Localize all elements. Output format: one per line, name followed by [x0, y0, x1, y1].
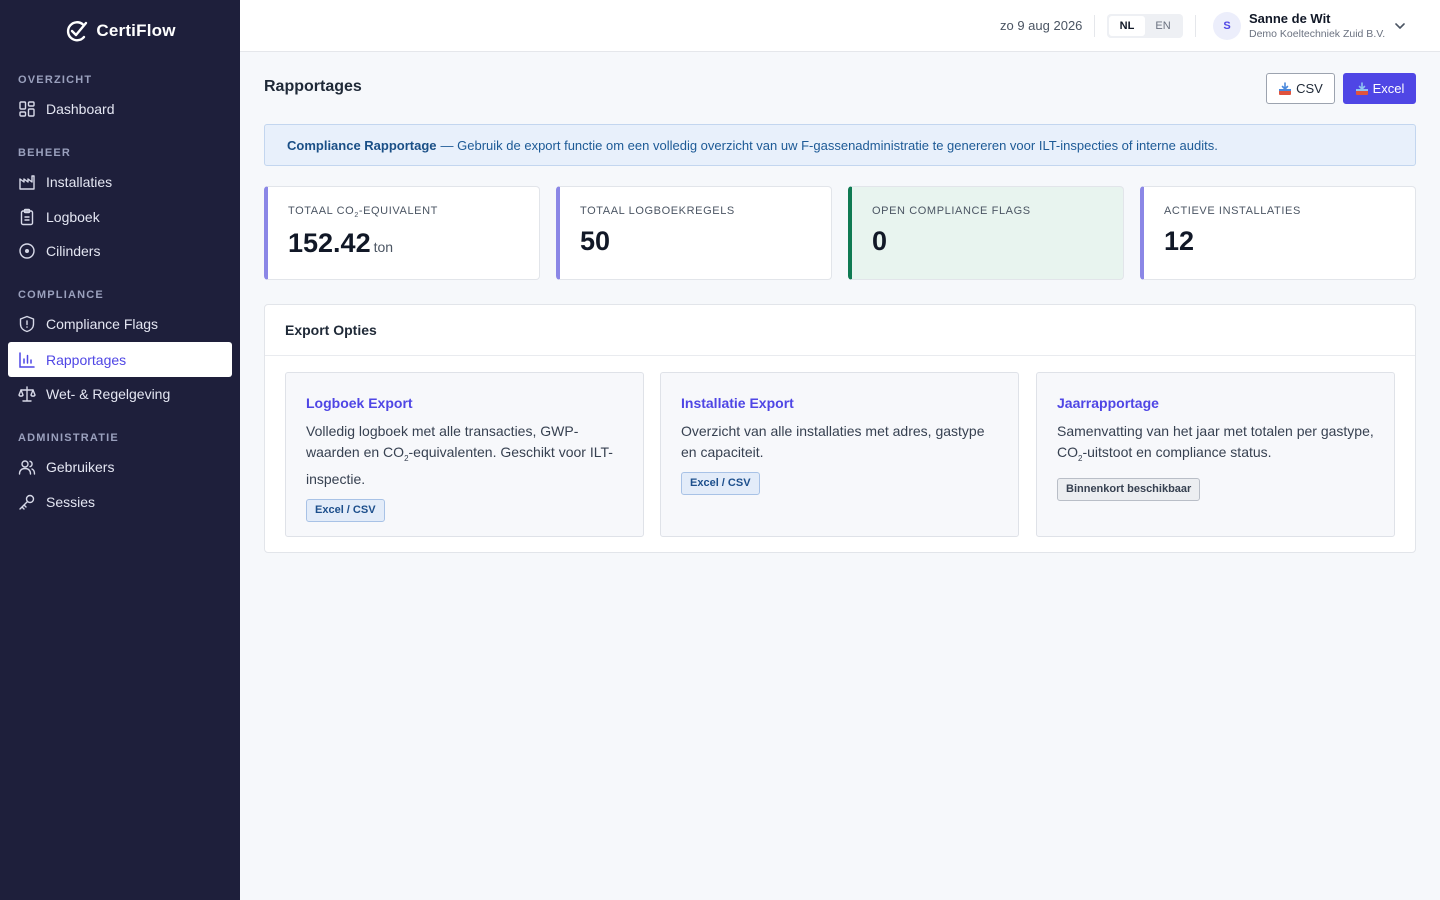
stat-value: 12 [1164, 226, 1195, 256]
card-title[interactable]: Installatie Export [681, 395, 998, 411]
avatar[interactable]: S [1213, 12, 1241, 40]
stat-label-prefix: TOTAAL CO [288, 205, 355, 217]
sidebar-item-gebruikers[interactable]: Gebruikers [8, 449, 232, 484]
sidebar-item-label: Installaties [46, 173, 113, 190]
divider [1195, 15, 1196, 37]
status-badge: Binnenkort beschikbaar [1057, 477, 1201, 501]
card-title[interactable]: Jaarrapportage [1057, 395, 1374, 411]
topbar: zo 9 aug 2026 NL EN S Sanne de Wit Demo … [240, 0, 1440, 52]
nav-section-overzicht: OVERZICHT [18, 74, 93, 86]
language-switcher: NL EN [1107, 14, 1183, 38]
scale-icon [18, 385, 36, 402]
export-card-logboek[interactable]: Logboek Export Volledig logboek met alle… [285, 372, 644, 537]
sidebar-item-label: Rapportages [46, 351, 127, 368]
stat-label-suffix: -EQUIVALENT [358, 205, 438, 217]
key-icon [19, 494, 35, 510]
info-banner: Compliance Rapportage — Gebruik de expor… [264, 124, 1416, 166]
export-excel-label: Excel [1372, 81, 1405, 96]
nav-section-compliance: COMPLIANCE [18, 289, 104, 301]
sidebar-item-cilinders[interactable]: Cilinders [8, 233, 232, 268]
export-excel-button[interactable]: Excel [1343, 73, 1416, 104]
nav-section-administratie: ADMINISTRATIE [18, 432, 119, 444]
sidebar-item-label: Cilinders [46, 242, 101, 259]
dashboard-icon [19, 100, 35, 117]
stat-card-co2: TOTAAL CO2-EQUIVALENT 152.42 ton [264, 186, 540, 280]
card-title[interactable]: Logboek Export [306, 395, 623, 411]
sidebar-item-rapportages[interactable]: Rapportages [8, 342, 232, 377]
export-card-jaarrapportage[interactable]: Jaarrapportage Samenvatting van het jaar… [1036, 372, 1395, 537]
sidebar-item-installaties[interactable]: Installaties [8, 164, 232, 199]
inbox-download-icon [1355, 81, 1368, 95]
language-en-button[interactable]: EN [1145, 16, 1181, 36]
sidebar-item-wet-regelgeving[interactable]: Wet- & Regelgeving [8, 376, 232, 411]
card-description: Volledig logboek met alle transacties, G… [306, 421, 623, 490]
stat-label: ACTIEVE INSTALLATIES [1164, 205, 1301, 217]
sidebar-item-label: Gebruikers [46, 458, 115, 475]
panel-title: Export Opties [265, 305, 1415, 356]
app-logo[interactable]: CertiFlow [0, 0, 240, 62]
stat-label: TOTAAL CO2-EQUIVALENT [288, 205, 539, 219]
cylinder-icon [19, 242, 35, 259]
export-csv-button[interactable]: CSV [1266, 73, 1335, 104]
card-description: Samenvatting van het jaar met totalen pe… [1057, 421, 1374, 469]
page-title: Rapportages [264, 78, 362, 95]
stat-value: 0 [872, 226, 888, 256]
app-name: CertiFlow [96, 21, 176, 40]
stat-card-active-installations: ACTIEVE INSTALLATIES 12 [1140, 186, 1416, 280]
factory-icon [19, 174, 35, 190]
stat-label: TOTAAL LOGBOEKREGELS [580, 205, 735, 217]
sidebar-item-label: Wet- & Regelgeving [46, 385, 171, 402]
export-csv-label: CSV [1296, 81, 1323, 96]
card-description: Overzicht van alle installaties met adre… [681, 423, 985, 460]
certiflow-logo-icon [67, 21, 88, 42]
stat-card-compliance-flags: OPEN COMPLIANCE FLAGS 0 [848, 186, 1124, 280]
sidebar-item-sessies[interactable]: Sessies [8, 484, 232, 519]
stat-number: 152.42 [288, 228, 371, 259]
export-card-installatie[interactable]: Installatie Export Overzicht van alle in… [660, 372, 1019, 537]
sidebar-item-label: Compliance Flags [46, 315, 159, 332]
sidebar-item-dashboard[interactable]: Dashboard [8, 91, 232, 126]
current-date: zo 9 aug 2026 [1000, 18, 1083, 33]
shield-icon [19, 315, 35, 332]
info-banner-title: Compliance Rapportage [287, 137, 437, 153]
sidebar: CertiFlow OVERZICHT Dashboard BEHEER Ins… [0, 0, 240, 900]
format-badge: Excel / CSV [681, 472, 760, 495]
stat-value: 50 [580, 226, 611, 256]
user-name[interactable]: Sanne de Wit [1249, 11, 1331, 26]
divider [1094, 15, 1095, 37]
inbox-download-icon [1279, 81, 1292, 95]
sidebar-item-compliance-flags[interactable]: Compliance Flags [8, 306, 232, 341]
users-icon [18, 459, 36, 475]
sidebar-item-label: Dashboard [46, 100, 115, 117]
bar-chart-icon [19, 351, 35, 368]
stat-card-logbook-lines: TOTAAL LOGBOEKREGELS 50 [556, 186, 832, 280]
stat-unit: ton [373, 239, 394, 256]
sidebar-item-logboek[interactable]: Logboek [8, 199, 232, 234]
info-banner-text: — Gebruik de export functie om een volle… [440, 137, 1218, 153]
clipboard-icon [20, 208, 34, 225]
sidebar-item-label: Logboek [46, 208, 100, 225]
card-description-part: -uitstoot en compliance status. [1082, 444, 1272, 460]
format-badge: Excel / CSV [306, 498, 385, 522]
nav-section-beheer: BEHEER [18, 147, 72, 159]
sidebar-item-label: Sessies [46, 493, 96, 510]
chevron-down-icon[interactable] [1393, 19, 1407, 33]
user-organization: Demo Koeltechniek Zuid B.V. [1249, 28, 1386, 40]
export-options-panel: Export Opties Logboek Export Volledig lo… [264, 304, 1416, 553]
stat-label: OPEN COMPLIANCE FLAGS [872, 205, 1031, 217]
language-nl-button[interactable]: NL [1109, 16, 1145, 36]
stat-value: 152.42 ton [288, 228, 539, 259]
